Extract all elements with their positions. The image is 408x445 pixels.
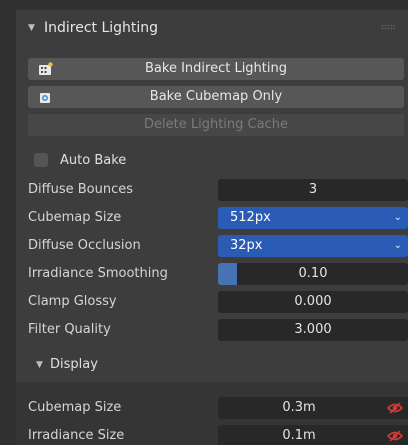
display-subpanel-title: Display (50, 357, 98, 372)
auto-bake-label: Auto Bake (60, 153, 127, 168)
display-irradiance-size-value: 0.1m (282, 428, 316, 443)
irradiance-smoothing-value: 0.10 (298, 266, 328, 281)
clamp-glossy-value: 0.000 (294, 294, 332, 309)
bake-cubemap-only-button[interactable]: Bake Cubemap Only (28, 86, 404, 108)
diffuse-occlusion-value: 32px (230, 238, 263, 253)
hide-eye-icon (387, 402, 403, 414)
display-irradiance-size-label: Irradiance Size (28, 428, 125, 443)
panel-header[interactable]: ▼ Indirect Lighting (16, 10, 408, 48)
filter-quality-value: 3.000 (294, 322, 332, 337)
panel-title: Indirect Lighting (44, 20, 159, 36)
delete-lighting-cache-label: Delete Lighting Cache (144, 117, 288, 132)
light-probe-grid-icon (39, 62, 53, 75)
diffuse-occlusion-dropdown[interactable]: 32px ⌄ (218, 235, 408, 257)
chevron-down-icon: ⌄ (393, 212, 402, 223)
clamp-glossy-field[interactable]: 0.000 (218, 291, 408, 313)
chevron-down-icon: ⌄ (393, 240, 402, 251)
light-probe-cubemap-icon (40, 93, 50, 103)
hide-eye-icon (387, 430, 403, 442)
display-subpanel-header[interactable]: ▼ Display (16, 348, 408, 382)
slider-fill (218, 263, 237, 285)
filter-quality-label: Filter Quality (28, 322, 111, 337)
cubemap-size-label: Cubemap Size (28, 210, 122, 225)
display-cubemap-size-label: Cubemap Size (28, 400, 122, 415)
bake-indirect-lighting-button[interactable]: Bake Indirect Lighting (28, 58, 404, 80)
irradiance-smoothing-slider[interactable]: 0.10 (218, 263, 408, 285)
display-subpanel: Cubemap Size 0.3m Irradiance Size 0.1m (16, 382, 408, 445)
diffuse-occlusion-label: Diffuse Occlusion (28, 238, 141, 253)
display-irradiance-size-field[interactable]: 0.1m (218, 425, 380, 445)
diffuse-bounces-field[interactable]: 3 (218, 179, 408, 201)
auto-bake-checkbox[interactable] (34, 153, 48, 167)
diffuse-bounces-value: 3 (308, 182, 318, 197)
drag-grip-icon[interactable] (381, 24, 395, 30)
display-cubemap-size-value: 0.3m (282, 400, 316, 415)
triangle-down-icon: ▼ (36, 360, 43, 370)
diffuse-bounces-label: Diffuse Bounces (28, 182, 133, 197)
cubemap-size-dropdown[interactable]: 512px ⌄ (218, 207, 408, 229)
clamp-glossy-label: Clamp Glossy (28, 294, 117, 309)
bake-indirect-lighting-label: Bake Indirect Lighting (145, 61, 287, 76)
cubemap-visibility-toggle[interactable] (380, 397, 408, 419)
irradiance-visibility-toggle[interactable] (380, 425, 408, 445)
bake-cubemap-only-label: Bake Cubemap Only (149, 89, 283, 104)
filter-quality-field[interactable]: 3.000 (218, 319, 408, 341)
indirect-lighting-panel: ▼ Indirect Lighting Bake Indirect Lighti… (16, 10, 408, 445)
cubemap-size-value: 512px (230, 210, 271, 225)
display-cubemap-size-field[interactable]: 0.3m (218, 397, 380, 419)
irradiance-smoothing-label: Irradiance Smoothing (28, 266, 168, 281)
delete-lighting-cache-button[interactable]: Delete Lighting Cache (28, 114, 404, 136)
triangle-down-icon: ▼ (28, 23, 35, 33)
